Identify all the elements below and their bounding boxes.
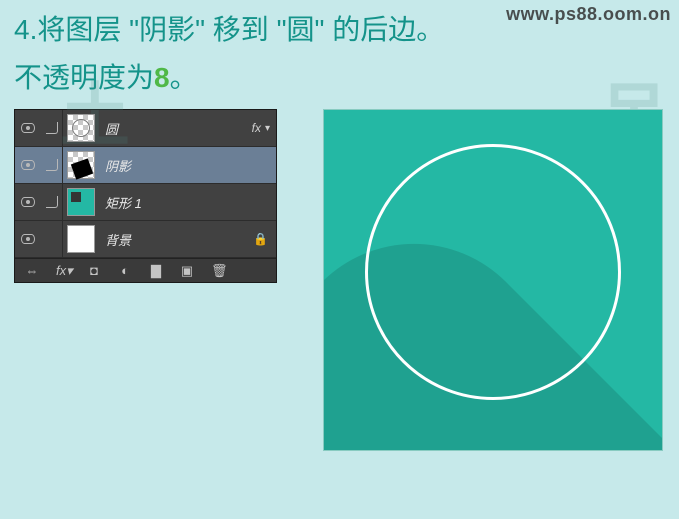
group-icon[interactable]: ▇ <box>149 263 163 279</box>
visibility-eye-icon[interactable] <box>21 234 35 244</box>
lock-icon[interactable]: 🔒 <box>253 232 276 246</box>
layer-thumbnail[interactable] <box>67 188 95 216</box>
link-corner-icon <box>46 122 58 134</box>
opacity-value: 8 <box>154 62 170 93</box>
layer-row-rect[interactable]: 矩形 1 <box>15 184 276 221</box>
step-number: 4. <box>14 14 37 45</box>
fx-icon[interactable]: fx▾ <box>56 263 70 279</box>
instruction-line2-suffix: 。 <box>170 62 198 93</box>
layers-panel: 圆 fx ▾ 阴影 矩形 1 背景 🔒 ⇔ fx▾ ◘ ◐ <box>14 109 277 283</box>
visibility-eye-icon[interactable] <box>21 123 35 133</box>
delete-layer-icon[interactable]: 🗑 <box>211 263 225 279</box>
instruction-line2-prefix: 不透明度为 <box>14 62 154 93</box>
watermark-text: www.ps88.oom.on <box>506 4 671 25</box>
layer-name[interactable]: 圆 <box>99 119 252 138</box>
layer-row-shadow[interactable]: 阴影 <box>15 147 276 184</box>
layer-thumbnail[interactable] <box>67 114 95 142</box>
layer-row-circle[interactable]: 圆 fx ▾ <box>15 110 276 147</box>
layer-row-background[interactable]: 背景 🔒 <box>15 221 276 258</box>
instruction-line1: 将图层 "阴影" 移到 "圆" 的后边。 <box>37 14 444 45</box>
layer-thumbnail[interactable] <box>67 225 95 253</box>
layer-name[interactable]: 矩形 1 <box>99 193 276 212</box>
link-corner-icon <box>46 159 58 171</box>
visibility-eye-icon[interactable] <box>21 197 35 207</box>
chevron-down-icon[interactable]: ▾ <box>265 123 276 134</box>
layer-name[interactable]: 阴影 <box>99 156 276 175</box>
link-corner-icon <box>46 196 58 208</box>
link-layers-icon[interactable]: ⇔ <box>25 263 39 278</box>
layers-panel-footer: ⇔ fx▾ ◘ ◐ ▇ ▣ 🗑 <box>15 258 276 282</box>
canvas-preview <box>323 109 663 451</box>
layer-thumbnail[interactable] <box>67 151 95 179</box>
new-layer-icon[interactable]: ▣ <box>180 263 194 279</box>
preview-circle <box>365 144 621 400</box>
fx-label[interactable]: fx <box>252 121 265 135</box>
visibility-eye-icon[interactable] <box>21 160 35 170</box>
layer-name[interactable]: 背景 <box>99 230 253 249</box>
adjustment-icon[interactable]: ◐ <box>118 263 132 278</box>
mask-icon[interactable]: ◘ <box>87 263 101 278</box>
